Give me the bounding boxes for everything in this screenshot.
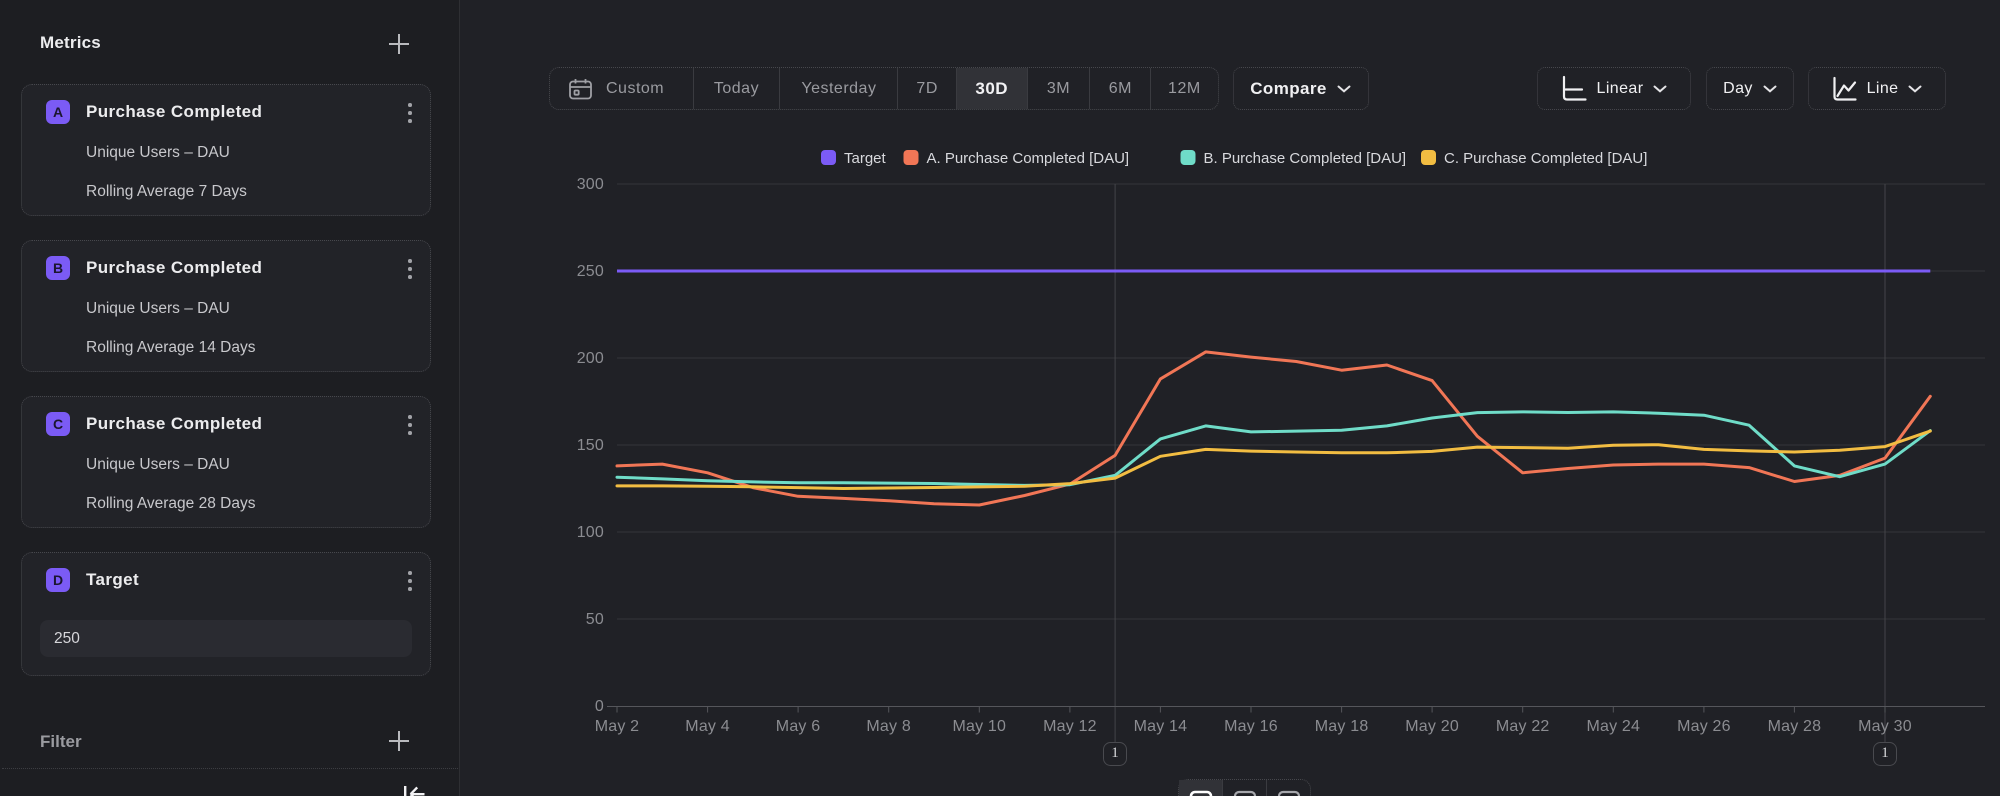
svg-text:250: 250: [577, 263, 604, 280]
svg-text:May 2: May 2: [595, 718, 640, 735]
svg-text:May 10: May 10: [952, 718, 1006, 735]
svg-text:May 4: May 4: [685, 718, 730, 735]
svg-text:200: 200: [577, 350, 604, 367]
svg-text:B. Purchase Completed [DAU]: B. Purchase Completed [DAU]: [1204, 150, 1407, 167]
svg-text:May 22: May 22: [1496, 718, 1550, 735]
svg-text:0: 0: [595, 698, 604, 715]
svg-text:May 18: May 18: [1315, 718, 1369, 735]
svg-text:C. Purchase Completed [DAU]: C. Purchase Completed [DAU]: [1444, 150, 1647, 167]
svg-text:May 30: May 30: [1858, 718, 1912, 735]
svg-text:May 12: May 12: [1043, 718, 1097, 735]
svg-text:A. Purchase Completed [DAU]: A. Purchase Completed [DAU]: [927, 150, 1130, 167]
svg-text:May 20: May 20: [1405, 718, 1459, 735]
svg-text:100: 100: [577, 524, 604, 541]
svg-text:May 26: May 26: [1677, 718, 1731, 735]
svg-text:May 14: May 14: [1134, 718, 1188, 735]
svg-text:May 16: May 16: [1224, 718, 1278, 735]
svg-text:May 24: May 24: [1586, 718, 1640, 735]
svg-text:May 28: May 28: [1768, 718, 1822, 735]
svg-text:50: 50: [586, 611, 604, 628]
svg-text:150: 150: [577, 437, 604, 454]
svg-text:May 6: May 6: [776, 718, 821, 735]
svg-text:300: 300: [577, 176, 604, 193]
svg-text:Target: Target: [844, 150, 887, 167]
svg-text:May 8: May 8: [866, 718, 911, 735]
